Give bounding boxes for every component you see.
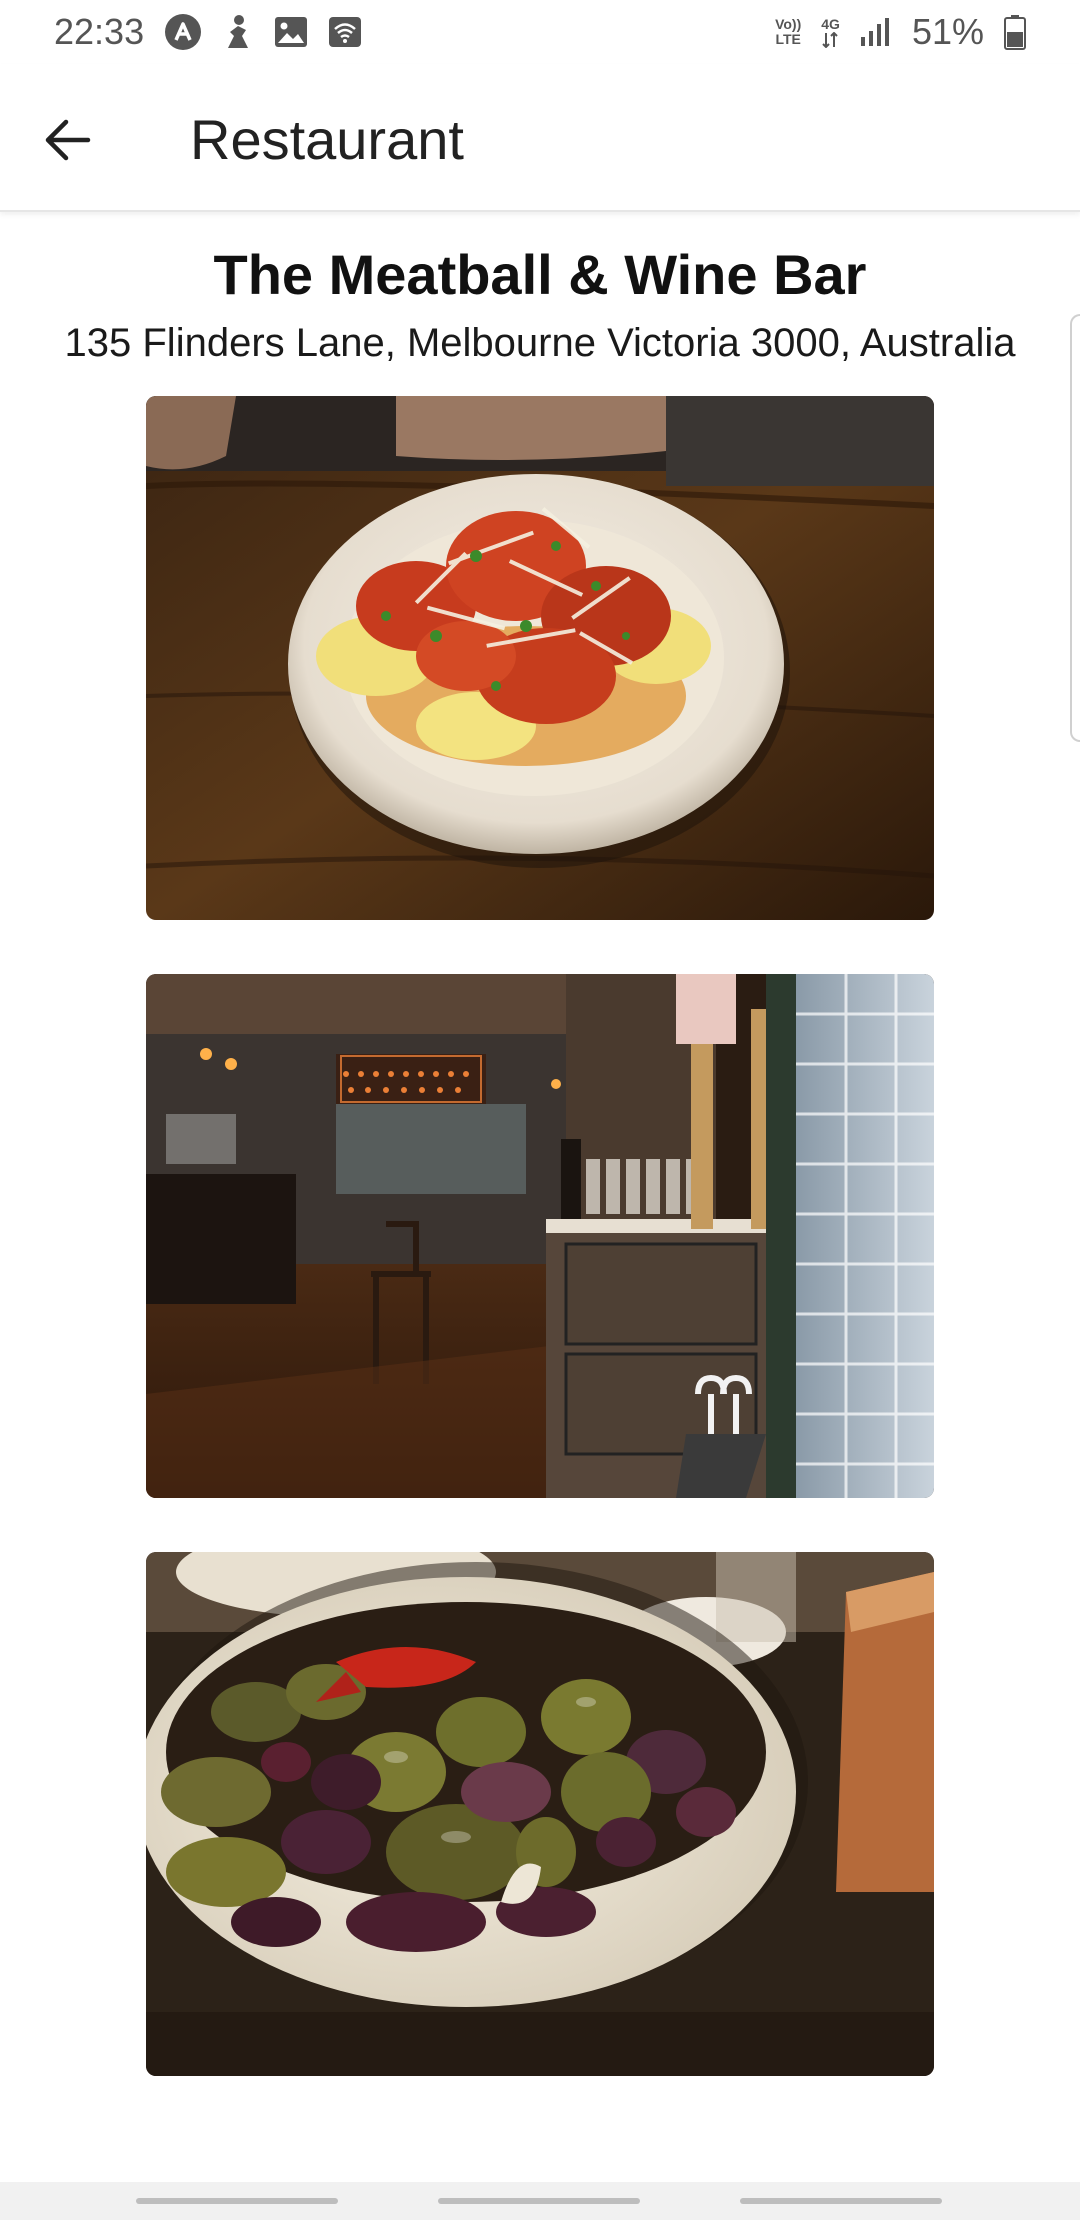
gesture-navigation-bar: [0, 2182, 1080, 2220]
status-bar: 22:33 Vo)) LTE 4G 51%: [0, 0, 1080, 64]
restaurant-address: 135 Flinders Lane, Melbourne Victoria 30…: [64, 321, 1016, 365]
nav-hint-home[interactable]: [438, 2198, 640, 2204]
network-type-indicator: 4G: [821, 15, 840, 48]
volte-bottom: LTE: [775, 31, 801, 47]
status-time: 22:33: [54, 11, 145, 52]
nav-hint-back[interactable]: [740, 2198, 942, 2204]
gallery-image-icon: [274, 16, 308, 48]
arrow-left-icon: [45, 119, 91, 161]
volte-indicator: Vo)) LTE: [775, 17, 801, 47]
status-left: 22:33: [54, 11, 362, 53]
restaurant-photo-meatballs[interactable]: [146, 396, 934, 920]
app-bar: Restaurant: [0, 64, 1080, 212]
edge-panel-handle[interactable]: [1070, 314, 1080, 742]
restaurant-name: The Meatball & Wine Bar: [213, 243, 867, 306]
battery-percentage: 51%: [911, 11, 984, 52]
battery-icon: [1004, 14, 1026, 50]
data-arrows-icon: [822, 31, 838, 48]
signal-strength-icon: [860, 17, 892, 47]
restaurant-photo-interior[interactable]: [146, 974, 934, 1498]
restaurant-screen: 22:33 Vo)) LTE 4G 51% Restaurant The Mea…: [0, 0, 1080, 2220]
volte-top: Vo)): [775, 16, 802, 32]
network-type-label: 4G: [821, 15, 840, 32]
status-right: Vo)) LTE 4G 51%: [775, 11, 1026, 53]
page-title: Restaurant: [190, 108, 464, 171]
nav-hint-recents[interactable]: [136, 2198, 338, 2204]
wifi-calling-icon: [328, 16, 362, 48]
restaurant-photo-olives[interactable]: [146, 1552, 934, 2076]
back-button[interactable]: [30, 102, 106, 178]
accessibility-figure-icon: [222, 14, 254, 50]
navigation-app-icon: [164, 13, 202, 51]
